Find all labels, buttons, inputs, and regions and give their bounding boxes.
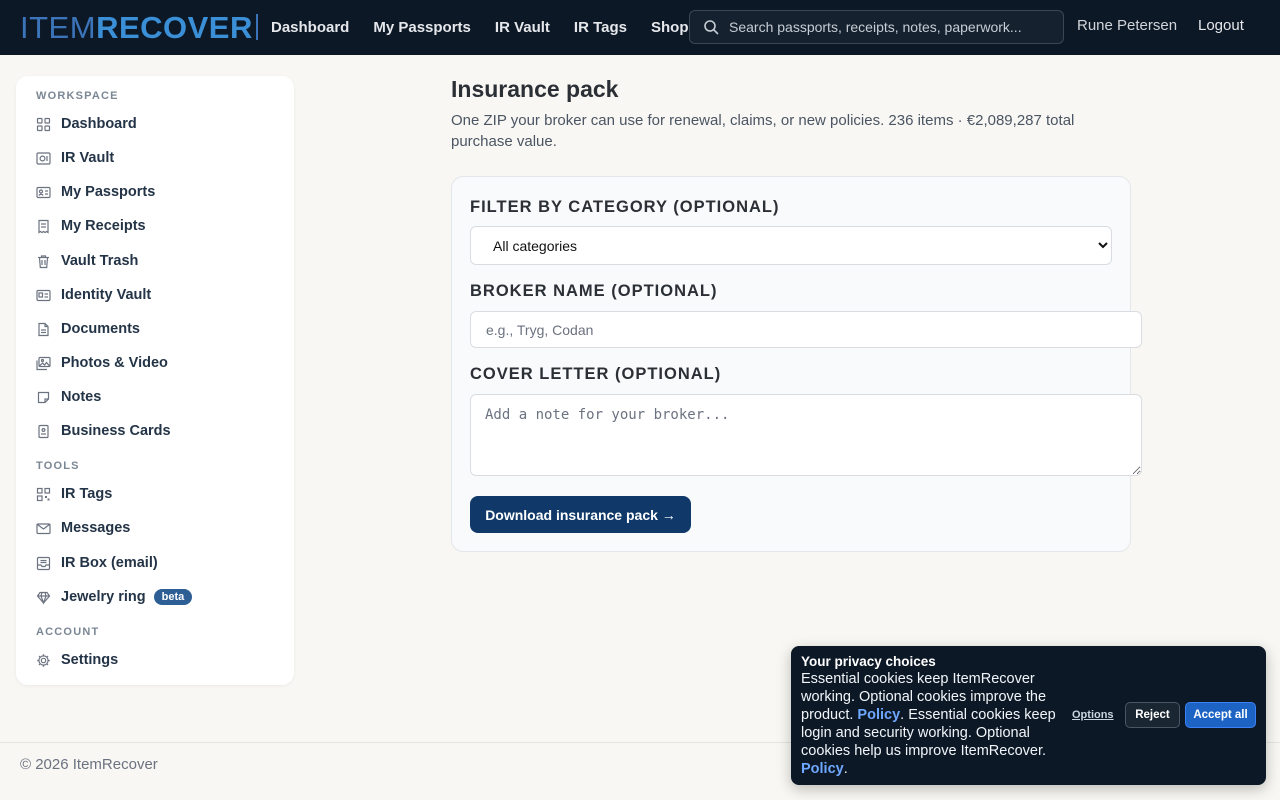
sidebar-item-my-passports[interactable]: My Passports bbox=[36, 181, 155, 203]
page-title: Insurance pack bbox=[451, 76, 619, 102]
nav-dashboard[interactable]: Dashboard bbox=[271, 19, 349, 36]
sidebar-item-ir-vault[interactable]: IR Vault bbox=[36, 147, 114, 169]
logo-text-recover: RECOVER bbox=[96, 9, 253, 45]
vault-icon bbox=[36, 151, 51, 165]
cookie-title: Your privacy choices bbox=[801, 654, 936, 669]
photos-icon bbox=[36, 356, 51, 370]
sidebar-item-label: Vault Trash bbox=[61, 253, 139, 269]
id-card-icon bbox=[36, 186, 51, 198]
document-icon bbox=[38, 322, 49, 336]
cookie-policy-link-2[interactable]: Policy bbox=[801, 761, 844, 777]
nav-ir-vault[interactable]: IR Vault bbox=[495, 19, 550, 36]
logout-link[interactable]: Logout bbox=[1198, 17, 1244, 34]
broker-name-input[interactable] bbox=[470, 311, 1142, 348]
sidebar-item-label: IR Tags bbox=[61, 486, 113, 502]
nav-shop[interactable]: Shop bbox=[651, 19, 689, 36]
cookie-reject-button[interactable]: Reject bbox=[1125, 702, 1180, 728]
sidebar-item-label: Photos & Video bbox=[61, 355, 168, 371]
inbox-icon bbox=[36, 556, 51, 570]
sidebar-item-documents[interactable]: Documents bbox=[36, 318, 140, 340]
sidebar-item-label: Messages bbox=[61, 520, 131, 536]
sidebar: WORKSPACE Dashboard IR Vault My Passport… bbox=[16, 76, 294, 685]
sidebar-item-label: Documents bbox=[61, 321, 140, 337]
sidebar-item-business-cards[interactable]: Business Cards bbox=[36, 420, 171, 442]
logo[interactable]: ITEM RECOVER bbox=[20, 10, 258, 44]
sidebar-item-notes[interactable]: Notes bbox=[36, 386, 101, 408]
sidebar-section-tools: TOOLS bbox=[36, 460, 80, 472]
sidebar-item-ir-box[interactable]: IR Box (email) bbox=[36, 552, 158, 574]
cookie-accept-all-button[interactable]: Accept all bbox=[1185, 702, 1256, 728]
search-icon bbox=[704, 20, 719, 35]
main-nav: Dashboard My Passports IR Vault IR Tags … bbox=[271, 0, 713, 55]
cover-letter-textarea[interactable] bbox=[470, 394, 1142, 476]
sidebar-item-jewelry-ring[interactable]: Jewelry ring beta bbox=[36, 586, 193, 608]
sidebar-item-label: Dashboard bbox=[61, 116, 137, 132]
receipt-icon bbox=[38, 219, 49, 234]
qr-icon bbox=[36, 487, 51, 501]
sidebar-item-vault-trash[interactable]: Vault Trash bbox=[36, 250, 138, 272]
user-name[interactable]: Rune Petersen bbox=[1077, 17, 1177, 34]
business-card-icon bbox=[38, 424, 49, 438]
sidebar-item-settings[interactable]: Settings bbox=[36, 649, 118, 671]
sidebar-item-my-receipts[interactable]: My Receipts bbox=[36, 215, 146, 237]
nav-my-passports[interactable]: My Passports bbox=[373, 19, 471, 36]
top-navigation-bar: ITEM RECOVER Dashboard My Passports IR Va… bbox=[0, 0, 1280, 55]
sidebar-item-label: Jewelry ring bbox=[61, 589, 146, 605]
sidebar-item-label: IR Vault bbox=[61, 150, 115, 166]
sidebar-item-label: Notes bbox=[61, 389, 102, 405]
beta-badge: beta bbox=[153, 589, 193, 605]
download-insurance-pack-button[interactable]: Download insurance pack → bbox=[470, 496, 691, 533]
sidebar-item-label: Settings bbox=[61, 652, 119, 668]
cookie-policy-link[interactable]: Policy bbox=[857, 707, 900, 723]
logo-text-item: ITEM bbox=[20, 9, 97, 45]
broker-name-label: BROKER NAME (OPTIONAL) bbox=[470, 282, 718, 300]
category-filter-label: FILTER BY CATEGORY (OPTIONAL) bbox=[470, 198, 780, 216]
gear-icon bbox=[37, 653, 50, 667]
search-input[interactable] bbox=[729, 19, 1049, 35]
sidebar-item-photos-video[interactable]: Photos & Video bbox=[36, 352, 168, 374]
grid-icon bbox=[36, 117, 51, 131]
sidebar-item-label: My Receipts bbox=[61, 218, 146, 234]
cover-letter-label: COVER LETTER (OPTIONAL) bbox=[470, 365, 722, 383]
sidebar-section-account: ACCOUNT bbox=[36, 626, 100, 638]
identity-icon bbox=[36, 289, 51, 301]
sidebar-section-workspace: WORKSPACE bbox=[36, 90, 119, 102]
note-icon bbox=[37, 391, 50, 403]
cookie-banner: Your privacy choices Essential cookies k… bbox=[791, 646, 1266, 785]
sidebar-item-label: IR Box (email) bbox=[61, 555, 158, 571]
sidebar-item-messages[interactable]: Messages bbox=[36, 517, 130, 539]
sidebar-item-dashboard[interactable]: Dashboard bbox=[36, 113, 137, 135]
cookie-text: Essential cookies keep ItemRecover worki… bbox=[801, 670, 1059, 778]
cookie-text-part: . bbox=[843, 761, 848, 777]
logo-bar bbox=[255, 14, 258, 40]
cookie-options-link[interactable]: Options bbox=[1072, 709, 1114, 721]
footer-copyright: © 2026 ItemRecover bbox=[20, 756, 158, 773]
mail-icon bbox=[36, 522, 51, 534]
search-box[interactable] bbox=[689, 10, 1064, 44]
sidebar-item-label: Business Cards bbox=[61, 423, 171, 439]
category-select[interactable]: All categories bbox=[470, 226, 1112, 265]
page-description: One ZIP your broker can use for renewal,… bbox=[451, 112, 1075, 150]
trash-icon bbox=[38, 254, 49, 268]
nav-ir-tags[interactable]: IR Tags bbox=[574, 19, 627, 36]
sidebar-item-label: Identity Vault bbox=[61, 287, 152, 303]
sidebar-item-label: My Passports bbox=[61, 184, 156, 200]
diamond-icon bbox=[36, 591, 51, 605]
sidebar-item-identity-vault[interactable]: Identity Vault bbox=[36, 284, 151, 306]
sidebar-item-ir-tags[interactable]: IR Tags bbox=[36, 483, 112, 505]
